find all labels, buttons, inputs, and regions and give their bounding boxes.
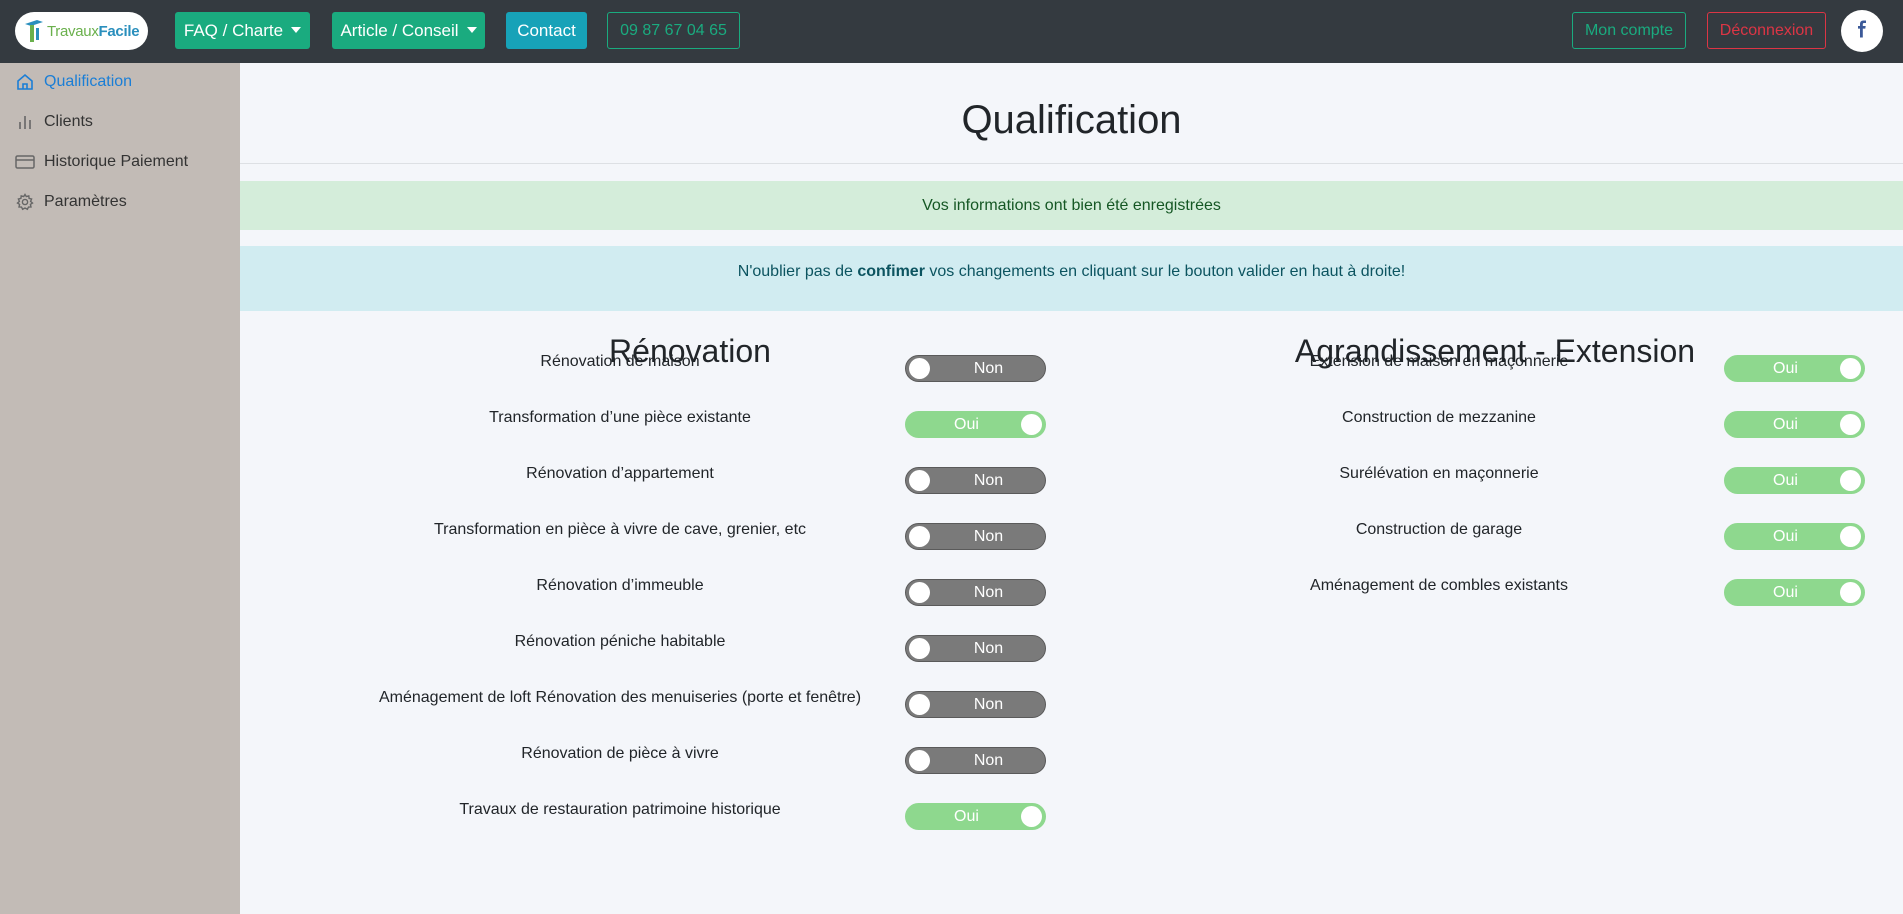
sidebar-item-qualification[interactable]: Qualification: [14, 70, 132, 94]
caret-down-icon: [466, 26, 477, 33]
info-alert: N'oublier pas de confimer vos changement…: [240, 246, 1903, 311]
toggle-knob: [909, 750, 930, 771]
mon-compte-label: Mon compte: [1584, 21, 1674, 39]
renovation-item-label: Rénovation d’immeuble: [536, 577, 704, 594]
extension-item-toggle[interactable]: Oui: [1724, 411, 1865, 438]
mon-compte-button[interactable]: Mon compte: [1572, 12, 1686, 49]
facebook-button[interactable]: [1841, 10, 1883, 52]
toggle-knob: [909, 582, 930, 603]
sidebar-item-label: Qualification: [44, 73, 133, 90]
faq-charte-label: FAQ / Charte: [183, 20, 284, 40]
success-alert-text: Vos informations ont bien été enregistré…: [922, 196, 1221, 214]
renovation-item-toggle[interactable]: Oui: [905, 803, 1046, 830]
logo-text-facile: Facile: [98, 22, 140, 40]
contact-button[interactable]: Contact: [506, 12, 587, 49]
renovation-item-toggle[interactable]: Non: [905, 355, 1046, 382]
toggle-knob: [1840, 414, 1861, 435]
main-content: Qualification Vos informations ont bien …: [240, 63, 1903, 914]
extension-item-label: Construction de garage: [1355, 521, 1523, 538]
sidebar-item-label: Paramètres: [44, 193, 127, 210]
logo-text-travaux: Travaux: [47, 22, 99, 40]
toggle-knob: [909, 358, 930, 379]
extension-item-toggle[interactable]: Oui: [1724, 579, 1865, 606]
faq-charte-dropdown[interactable]: FAQ / Charte: [175, 12, 310, 49]
info-alert-text-bold: confimer: [857, 263, 925, 280]
renovation-item-label: Rénovation péniche habitable: [514, 633, 726, 650]
article-conseil-label: Article / Conseil: [340, 20, 459, 40]
extension-item-toggle[interactable]: Oui: [1724, 355, 1865, 382]
credit-card-icon: [14, 151, 36, 173]
toggle-knob: [909, 526, 930, 547]
renovation-item-toggle[interactable]: Non: [905, 523, 1046, 550]
sidebar: Qualification Clients Historique Paiemen…: [0, 63, 240, 914]
deconnexion-label: Déconnexion: [1719, 21, 1814, 39]
info-alert-text-before: N'oublier pas de: [737, 263, 858, 280]
gear-icon: [14, 191, 36, 213]
page-title: Qualification: [961, 98, 1182, 142]
renovation-item-toggle[interactable]: Non: [905, 747, 1046, 774]
sidebar-item-historique-paiement[interactable]: Historique Paiement: [14, 150, 188, 174]
renovation-item-label: Rénovation d’appartement: [526, 465, 714, 482]
renovation-item-toggle[interactable]: Non: [905, 635, 1046, 662]
sidebar-item-label: Historique Paiement: [44, 153, 189, 170]
extension-item-label: Extension de maison en maçonnerie: [1309, 353, 1569, 370]
top-navbar: TravauxFacile FAQ / Charte Article / Con…: [0, 0, 1903, 63]
toggle-knob: [1840, 358, 1861, 379]
renovation-item-label: Transformation en pièce à vivre de cave,…: [433, 521, 807, 538]
toggle-knob: [909, 470, 930, 491]
toggle-knob: [909, 694, 930, 715]
extension-item-label: Construction de mezzanine: [1342, 409, 1536, 426]
toggle-knob: [1840, 470, 1861, 491]
home-icon: [14, 71, 36, 93]
title-divider: [240, 163, 1903, 164]
toggle-knob: [1021, 806, 1042, 827]
travauxfacile-logo[interactable]: TravauxFacile: [15, 12, 148, 50]
renovation-item-label: Travaux de restauration patrimoine histo…: [459, 801, 781, 818]
contact-label: Contact: [517, 20, 576, 40]
phone-button[interactable]: 09 87 67 04 65: [607, 12, 740, 49]
extension-item-label: Surélévation en maçonnerie: [1339, 465, 1539, 482]
renovation-item-label: Transformation d’une pièce existante: [489, 409, 751, 426]
success-alert: Vos informations ont bien été enregistré…: [240, 181, 1903, 230]
facebook-icon: [1855, 20, 1869, 43]
renovation-item-toggle[interactable]: Non: [905, 579, 1046, 606]
extension-item-toggle[interactable]: Oui: [1724, 467, 1865, 494]
sidebar-item-clients[interactable]: Clients: [14, 110, 93, 134]
renovation-item-toggle[interactable]: Oui: [905, 411, 1046, 438]
sidebar-item-label: Clients: [44, 113, 93, 130]
caret-down-icon: [291, 26, 302, 33]
renovation-item-label: Aménagement de loft Rénovation des menui…: [378, 689, 862, 706]
logo-mark-icon: [23, 18, 45, 44]
toggle-knob: [1840, 526, 1861, 547]
renovation-item-toggle[interactable]: Non: [905, 691, 1046, 718]
renovation-item-toggle[interactable]: Non: [905, 467, 1046, 494]
bar-chart-icon: [14, 111, 36, 133]
renovation-item-label: Rénovation de maison: [540, 353, 700, 370]
renovation-item-label: Rénovation de pièce à vivre: [521, 745, 719, 762]
toggle-knob: [909, 638, 930, 659]
deconnexion-button[interactable]: Déconnexion: [1707, 12, 1826, 49]
extension-item-label: Aménagement de combles existants: [1310, 577, 1568, 594]
article-conseil-dropdown[interactable]: Article / Conseil: [332, 12, 485, 49]
phone-label: 09 87 67 04 65: [620, 21, 727, 39]
sidebar-item-parametres[interactable]: Paramètres: [14, 190, 127, 214]
extension-item-toggle[interactable]: Oui: [1724, 523, 1865, 550]
toggle-knob: [1840, 582, 1861, 603]
info-alert-text-after: vos changements en cliquant sur le bouto…: [924, 263, 1406, 280]
